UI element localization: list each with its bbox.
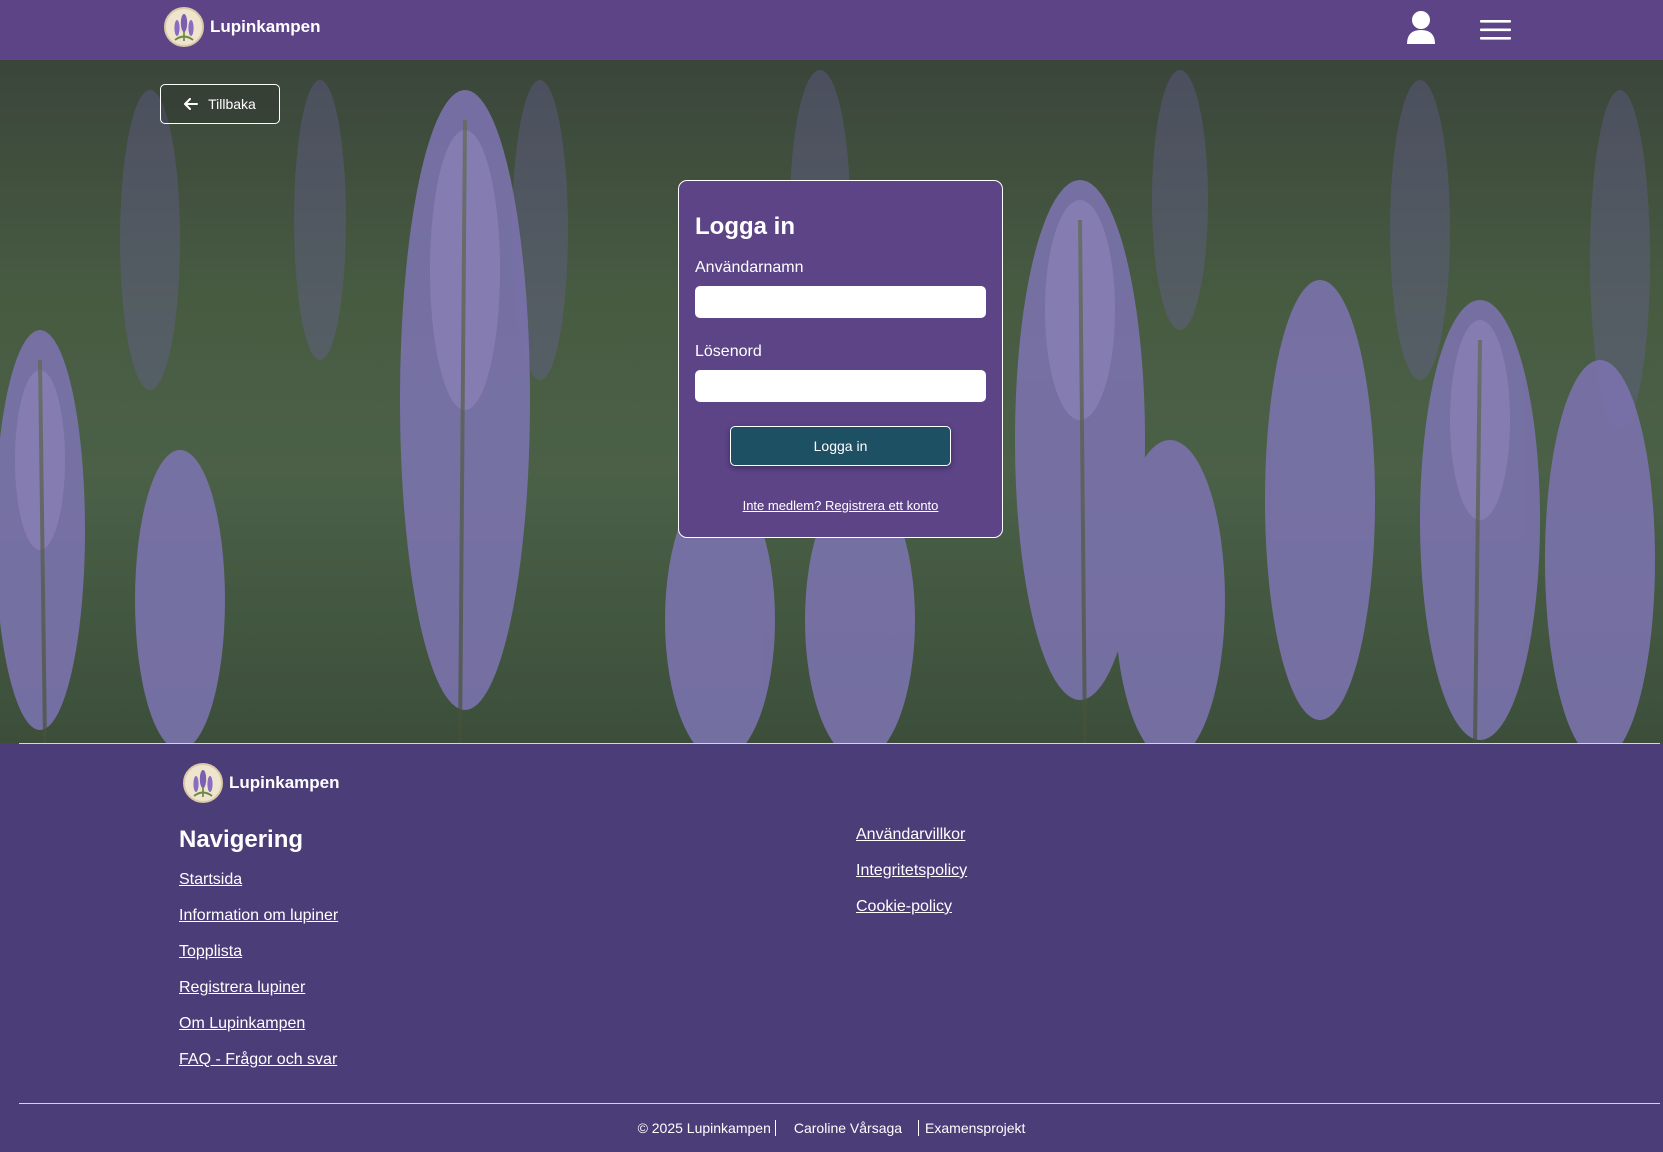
footer-brand-name: Lupinkampen: [229, 773, 340, 792]
hero-section: Tillbaka Logga in Användarnamn Lösenord …: [0, 60, 1663, 743]
login-submit-button[interactable]: Logga in: [730, 426, 951, 466]
footer-link-privacy[interactable]: Integritetspolicy: [856, 862, 967, 879]
login-card: Logga in Användarnamn Lösenord Logga in …: [678, 180, 1003, 538]
footer-link-registrera[interactable]: Registrera lupiner: [179, 979, 305, 996]
site-header: Lupinkampen: [0, 0, 1663, 60]
back-button-label: Tillbaka: [208, 96, 256, 112]
footer-legal-list: Användarvillkor Integritetspolicy Cookie…: [856, 826, 967, 934]
footer-link-cookies[interactable]: Cookie-policy: [856, 898, 952, 915]
project-text: Examensprojekt: [925, 1120, 1026, 1136]
footer-bottom-bar: © 2025 Lupinkampen Caroline Vårsaga Exam…: [0, 1120, 1663, 1136]
divider: [774, 1120, 776, 1136]
footer-brand[interactable]: Lupinkampen: [183, 763, 340, 803]
footer-link-information[interactable]: Information om lupiner: [179, 907, 338, 924]
back-button[interactable]: Tillbaka: [160, 84, 280, 124]
password-input[interactable]: [695, 370, 986, 402]
login-title: Logga in: [695, 213, 795, 240]
hamburger-menu-icon[interactable]: [1480, 19, 1511, 41]
footer-link-topplista[interactable]: Topplista: [179, 943, 242, 960]
copyright-text: © 2025 Lupinkampen: [637, 1120, 771, 1136]
footer-link-faq[interactable]: FAQ - Frågor och svar: [179, 1051, 337, 1068]
password-label: Lösenord: [695, 343, 762, 360]
divider: [918, 1120, 920, 1136]
footer-link-om[interactable]: Om Lupinkampen: [179, 1015, 305, 1032]
footer-divider-bottom: [19, 1103, 1660, 1104]
register-account-link[interactable]: Inte medlem? Registrera ett konto: [679, 498, 1002, 513]
username-input[interactable]: [695, 286, 986, 318]
user-icon[interactable]: [1405, 10, 1437, 46]
footer-divider-top: [19, 743, 1660, 744]
lupine-logo-icon: [183, 763, 223, 803]
footer-nav-list: Startsida Information om lupiner Topplis…: [179, 871, 338, 1087]
footer-link-startsida[interactable]: Startsida: [179, 871, 242, 888]
lupine-logo-icon: [164, 7, 204, 47]
footer-nav-heading: Navigering: [179, 826, 304, 853]
brand-name: Lupinkampen: [210, 17, 321, 36]
footer-link-terms[interactable]: Användarvillkor: [856, 826, 965, 843]
arrow-left-icon: [184, 98, 199, 110]
username-label: Användarnamn: [695, 259, 804, 276]
header-brand[interactable]: Lupinkampen: [164, 7, 321, 47]
author-text: Caroline Vårsaga: [793, 1120, 903, 1136]
